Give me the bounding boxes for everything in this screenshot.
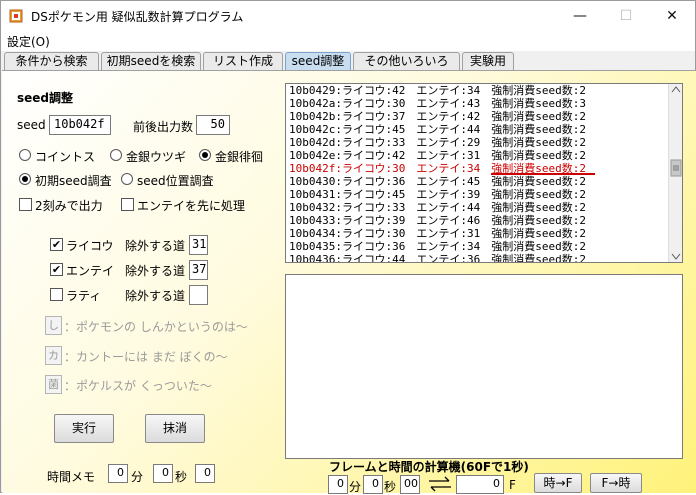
tab-panel: seed調整 seed 10b042f 前後出力数 50 コイントス 金銀ウツギ… [2, 70, 696, 494]
radio-initial-seed[interactable] [19, 173, 31, 185]
list-item[interactable]: 10b0430:ライコウ:36 エンテイ:45 強制消費seed数:2 [286, 175, 682, 188]
calc-sec-input[interactable]: 0 [363, 475, 383, 494]
check-entei-first[interactable] [121, 198, 134, 211]
raikou-exclude-label: 除外する道 [125, 239, 186, 253]
swap-arrows-icon [429, 476, 451, 492]
calc-frac-input[interactable]: 00 [400, 475, 420, 494]
section-title: seed調整 [17, 91, 74, 105]
radio-roaming[interactable] [199, 149, 211, 161]
list-item[interactable]: 10b042e:ライコウ:42 エンテイ:31 強制消費seed数:2 [286, 149, 682, 162]
check-step2[interactable] [19, 198, 32, 211]
app-window: DSポケモン用 疑似乱数計算プログラム — ☐ ✕ 設定(O) 条件から検索 初… [0, 0, 696, 494]
tab-experimental[interactable]: 実験用 [462, 52, 514, 70]
menu-settings[interactable]: 設定(O) [7, 33, 50, 50]
memo-sec-unit: 秒 [175, 470, 188, 484]
tab-initial-seed[interactable]: 初期seedを検索 [101, 52, 201, 70]
list-item[interactable]: 10b0429:ライコウ:42 エンテイ:34 強制消費seed数:2 [286, 84, 682, 97]
lati-label: ラティ [66, 289, 102, 303]
range-input[interactable]: 50 [196, 115, 230, 135]
list-item[interactable]: 10b042a:ライコウ:30 エンテイ:43 強制消費seed数:3 [286, 97, 682, 110]
scrollbar-graphic [670, 86, 682, 260]
menu-bar: 設定(O) [1, 31, 695, 51]
range-label: 前後出力数 [133, 120, 194, 134]
frame-to-time-button[interactable]: F→時 [590, 473, 642, 493]
entei-exclude-input[interactable]: 37 [189, 260, 208, 280]
list-item[interactable]: 10b0435:ライコウ:36 エンテイ:34 強制消費seed数:2 [286, 240, 682, 253]
entei-exclude-label: 除外する道 [125, 264, 186, 278]
list-item[interactable]: 10b0433:ライコウ:39 エンテイ:46 強制消費seed数:2 [286, 214, 682, 227]
memo-sec-input[interactable]: 0 [153, 464, 173, 483]
list-item[interactable]: 10b0432:ライコウ:33 エンテイ:44 強制消費seed数:2 [286, 201, 682, 214]
list-item[interactable]: 10b042d:ライコウ:33 エンテイ:29 強制消費seed数:2 [286, 136, 682, 149]
minimize-icon[interactable]: — [557, 1, 603, 31]
list-item[interactable]: 10b042b:ライコウ:37 エンテイ:42 強制消費seed数:2 [286, 110, 682, 123]
check-raikou[interactable]: ✔ [50, 238, 63, 251]
tab-search-conditions[interactable]: 条件から検索 [4, 52, 99, 70]
radio-cointoss[interactable] [19, 149, 31, 161]
check-entei-first-label: エンテイを先に処理 [137, 199, 246, 213]
memo-min-input[interactable]: 0 [108, 464, 128, 483]
calc-title: フレームと時間の計算機(60Fで1秒) [329, 460, 529, 474]
result-list[interactable]: 10b0429:ライコウ:42 エンテイ:34 強制消費seed数:2 10b0… [285, 83, 683, 263]
check-lati[interactable] [50, 288, 63, 301]
check-step2-label: 2刻みで出力 [35, 199, 103, 213]
radio-seed-position[interactable] [121, 173, 133, 185]
entei-label: エンテイ [66, 264, 115, 278]
list-item[interactable]: 10b0431:ライコウ:45 エンテイ:39 強制消費seed数:2 [286, 188, 682, 201]
highlight-underline [491, 173, 595, 175]
phrase-kanto: ：カントーには まだ ぼくの〜 [64, 350, 228, 364]
radio-roaming-label: 金銀徘徊 [215, 150, 264, 164]
radio-seed-position-label: seed位置調査 [137, 174, 214, 188]
run-button[interactable]: 実行 [54, 414, 114, 443]
radio-utsugi-label: 金銀ウツギ [126, 150, 187, 164]
lati-exclude-label: 除外する道 [125, 289, 186, 303]
tab-strip: 条件から検索 初期seedを検索 リスト作成 seed調整 その他いろいろ 実験… [1, 52, 695, 70]
close-icon[interactable]: ✕ [649, 1, 695, 31]
memo-min-unit: 分 [131, 470, 144, 484]
list-item-current[interactable]: 10b042f:ライコウ:30 エンテイ:34 強制消費seed数:2 [286, 162, 682, 175]
tab-misc[interactable]: その他いろいろ [353, 52, 460, 70]
list-scrollbar[interactable] [668, 84, 682, 262]
radio-utsugi[interactable] [110, 149, 122, 161]
app-icon [9, 9, 23, 23]
calc-frame-input[interactable]: 0 [456, 475, 504, 494]
calc-min-input[interactable]: 0 [328, 475, 348, 494]
tab-list[interactable]: リスト作成 [203, 52, 283, 70]
list-item[interactable]: 10b042c:ライコウ:45 エンテイ:44 強制消費seed数:2 [286, 123, 682, 136]
raikou-exclude-input[interactable]: 31 [189, 235, 208, 255]
calc-min-unit: 分 [349, 480, 362, 494]
phrase-shinka: ：ポケモンの しんかというのは〜 [64, 320, 248, 334]
radio-initial-seed-label: 初期seed調査 [35, 174, 112, 188]
phrase-key-ka[interactable]: カ [45, 346, 62, 365]
radio-cointoss-label: コイントス [35, 150, 96, 164]
window-title: DSポケモン用 疑似乱数計算プログラム [31, 10, 244, 24]
check-entei[interactable]: ✔ [50, 263, 63, 276]
output-textarea[interactable] [285, 274, 683, 459]
title-bar: DSポケモン用 疑似乱数計算プログラム — ☐ ✕ [1, 1, 695, 31]
raikou-label: ライコウ [66, 239, 114, 253]
seed-label: seed [17, 118, 46, 132]
time-to-frame-button[interactable]: 時→F [534, 473, 582, 493]
calc-sec-unit: 秒 [384, 480, 397, 494]
phrase-key-kin[interactable]: 菌 [45, 375, 62, 394]
memo-frame-input[interactable]: 0 [195, 464, 215, 483]
list-item[interactable]: 10b0434:ライコウ:30 エンテイ:31 強制消費seed数:2 [286, 227, 682, 240]
seed-input[interactable]: 10b042f [49, 115, 111, 135]
lati-exclude-input[interactable] [189, 285, 208, 305]
phrase-pokerus: ：ポケルスが くっついた〜 [64, 379, 212, 393]
tab-seed-adjust[interactable]: seed調整 [285, 52, 351, 70]
phrase-key-shi[interactable]: し [45, 316, 62, 335]
clear-button[interactable]: 抹消 [145, 414, 205, 443]
maximize-icon[interactable]: ☐ [603, 1, 649, 31]
calc-frame-unit: F [509, 478, 516, 492]
list-item[interactable]: 10b0436:ライコウ:44 エンテイ:36 強制消費seed数:2 [286, 253, 682, 262]
memo-label: 時間メモ [47, 470, 96, 484]
